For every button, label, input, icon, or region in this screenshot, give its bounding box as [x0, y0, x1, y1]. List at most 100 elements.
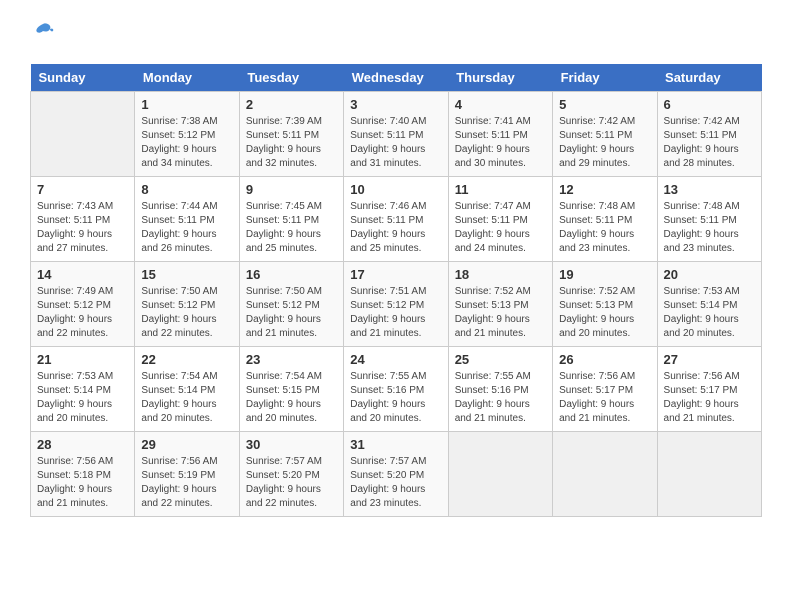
day-info: Sunrise: 7:54 AM Sunset: 5:15 PM Dayligh…: [246, 370, 337, 426]
calendar-cell: 2 Sunrise: 7:39 AM Sunset: 5:11 PM Daylig…: [239, 92, 343, 177]
day-info: Sunrise: 7:50 AM Sunset: 5:12 PM Dayligh…: [141, 285, 232, 341]
day-info: Sunrise: 7:42 AM Sunset: 5:11 PM Dayligh…: [664, 115, 755, 171]
calendar-body: 1Sunrise: 7:38 AM Sunset: 5:12 PM Daylig…: [31, 92, 762, 517]
day-number: 7: [37, 182, 128, 197]
calendar-header-row: SundayMondayTuesdayWednesdayThursdayFrid…: [31, 64, 762, 92]
day-number: 8: [141, 182, 232, 197]
calendar-cell: 31Sunrise: 7:57 AM Sunset: 5:20 PM Dayli…: [344, 432, 448, 517]
day-number: 30: [246, 437, 337, 452]
header: [30, 20, 762, 48]
day-info: Sunrise: 7:55 AM Sunset: 5:16 PM Dayligh…: [350, 370, 441, 426]
day-info: Sunrise: 7:56 AM Sunset: 5:17 PM Dayligh…: [664, 370, 755, 426]
day-info: Sunrise: 7:48 AM Sunset: 5:11 PM Dayligh…: [664, 200, 755, 256]
day-info: Sunrise: 7:53 AM Sunset: 5:14 PM Dayligh…: [664, 285, 755, 341]
calendar-cell: [657, 432, 761, 517]
calendar-cell: 20 Sunrise: 7:53 AM Sunset: 5:14 PM Dayli…: [657, 262, 761, 347]
weekday-header-tuesday: Tuesday: [239, 64, 343, 92]
calendar-cell: 19 Sunrise: 7:52 AM Sunset: 5:13 PM Dayli…: [553, 262, 657, 347]
calendar-cell: 21 Sunrise: 7:53 AM Sunset: 5:14 PM Dayli…: [31, 347, 135, 432]
calendar-cell: 17Sunrise: 7:51 AM Sunset: 5:12 PM Dayli…: [344, 262, 448, 347]
calendar-cell: 12 Sunrise: 7:48 AM Sunset: 5:11 PM Dayli…: [553, 177, 657, 262]
logo: [30, 20, 54, 48]
calendar-cell: 10 Sunrise: 7:46 AM Sunset: 5:11 PM Dayli…: [344, 177, 448, 262]
weekday-header-saturday: Saturday: [657, 64, 761, 92]
calendar-cell: 15 Sunrise: 7:50 AM Sunset: 5:12 PM Dayli…: [135, 262, 239, 347]
calendar-cell: 7 Sunrise: 7:43 AM Sunset: 5:11 PM Daylig…: [31, 177, 135, 262]
calendar-cell: 14Sunrise: 7:49 AM Sunset: 5:12 PM Dayli…: [31, 262, 135, 347]
day-info: Sunrise: 7:42 AM Sunset: 5:11 PM Dayligh…: [559, 115, 650, 171]
day-number: 15: [141, 267, 232, 282]
day-number: 22: [141, 352, 232, 367]
day-info: Sunrise: 7:50 AM Sunset: 5:12 PM Dayligh…: [246, 285, 337, 341]
day-info: Sunrise: 7:56 AM Sunset: 5:19 PM Dayligh…: [141, 455, 232, 511]
day-number: 28: [37, 437, 128, 452]
calendar-cell: 24 Sunrise: 7:55 AM Sunset: 5:16 PM Dayli…: [344, 347, 448, 432]
day-number: 11: [455, 182, 546, 197]
calendar-cell: 22 Sunrise: 7:54 AM Sunset: 5:14 PM Dayli…: [135, 347, 239, 432]
calendar-cell: 30 Sunrise: 7:57 AM Sunset: 5:20 PM Dayli…: [239, 432, 343, 517]
day-number: 2: [246, 97, 337, 112]
calendar-cell: 13 Sunrise: 7:48 AM Sunset: 5:11 PM Dayli…: [657, 177, 761, 262]
day-info: Sunrise: 7:44 AM Sunset: 5:11 PM Dayligh…: [141, 200, 232, 256]
calendar-cell: [31, 92, 135, 177]
day-number: 4: [455, 97, 546, 112]
day-info: Sunrise: 7:54 AM Sunset: 5:14 PM Dayligh…: [141, 370, 232, 426]
day-number: 13: [664, 182, 755, 197]
calendar-table: SundayMondayTuesdayWednesdayThursdayFrid…: [30, 64, 762, 517]
calendar-cell: 29 Sunrise: 7:56 AM Sunset: 5:19 PM Dayli…: [135, 432, 239, 517]
day-number: 29: [141, 437, 232, 452]
day-number: 19: [559, 267, 650, 282]
calendar-week-1: 1Sunrise: 7:38 AM Sunset: 5:12 PM Daylig…: [31, 92, 762, 177]
day-number: 20: [664, 267, 755, 282]
day-info: Sunrise: 7:39 AM Sunset: 5:11 PM Dayligh…: [246, 115, 337, 171]
calendar-cell: 27Sunrise: 7:56 AM Sunset: 5:17 PM Dayli…: [657, 347, 761, 432]
calendar-cell: 16 Sunrise: 7:50 AM Sunset: 5:12 PM Dayli…: [239, 262, 343, 347]
day-number: 5: [559, 97, 650, 112]
calendar-cell: [553, 432, 657, 517]
calendar-cell: 18Sunrise: 7:52 AM Sunset: 5:13 PM Dayli…: [448, 262, 552, 347]
weekday-header-thursday: Thursday: [448, 64, 552, 92]
day-info: Sunrise: 7:46 AM Sunset: 5:11 PM Dayligh…: [350, 200, 441, 256]
calendar-week-2: 7 Sunrise: 7:43 AM Sunset: 5:11 PM Daylig…: [31, 177, 762, 262]
day-info: Sunrise: 7:57 AM Sunset: 5:20 PM Dayligh…: [246, 455, 337, 511]
day-number: 25: [455, 352, 546, 367]
day-number: 10: [350, 182, 441, 197]
day-info: Sunrise: 7:43 AM Sunset: 5:11 PM Dayligh…: [37, 200, 128, 256]
calendar-cell: 23 Sunrise: 7:54 AM Sunset: 5:15 PM Dayli…: [239, 347, 343, 432]
calendar-cell: 8 Sunrise: 7:44 AM Sunset: 5:11 PM Daylig…: [135, 177, 239, 262]
day-number: 3: [350, 97, 441, 112]
calendar-week-4: 21 Sunrise: 7:53 AM Sunset: 5:14 PM Dayli…: [31, 347, 762, 432]
day-number: 12: [559, 182, 650, 197]
day-number: 26: [559, 352, 650, 367]
day-info: Sunrise: 7:41 AM Sunset: 5:11 PM Dayligh…: [455, 115, 546, 171]
calendar-cell: 4 Sunrise: 7:41 AM Sunset: 5:11 PM Daylig…: [448, 92, 552, 177]
day-info: Sunrise: 7:56 AM Sunset: 5:18 PM Dayligh…: [37, 455, 128, 511]
logo-bird-icon: [32, 20, 54, 48]
calendar-cell: 6 Sunrise: 7:42 AM Sunset: 5:11 PM Daylig…: [657, 92, 761, 177]
calendar-cell: 25Sunrise: 7:55 AM Sunset: 5:16 PM Dayli…: [448, 347, 552, 432]
day-number: 6: [664, 97, 755, 112]
day-info: Sunrise: 7:52 AM Sunset: 5:13 PM Dayligh…: [559, 285, 650, 341]
day-number: 24: [350, 352, 441, 367]
day-info: Sunrise: 7:53 AM Sunset: 5:14 PM Dayligh…: [37, 370, 128, 426]
day-number: 1: [141, 97, 232, 112]
day-info: Sunrise: 7:45 AM Sunset: 5:11 PM Dayligh…: [246, 200, 337, 256]
calendar-week-5: 28 Sunrise: 7:56 AM Sunset: 5:18 PM Dayli…: [31, 432, 762, 517]
weekday-header-friday: Friday: [553, 64, 657, 92]
day-info: Sunrise: 7:56 AM Sunset: 5:17 PM Dayligh…: [559, 370, 650, 426]
calendar-cell: 3Sunrise: 7:40 AM Sunset: 5:11 PM Daylig…: [344, 92, 448, 177]
day-info: Sunrise: 7:52 AM Sunset: 5:13 PM Dayligh…: [455, 285, 546, 341]
calendar-cell: 9 Sunrise: 7:45 AM Sunset: 5:11 PM Daylig…: [239, 177, 343, 262]
day-number: 17: [350, 267, 441, 282]
day-number: 23: [246, 352, 337, 367]
day-number: 21: [37, 352, 128, 367]
day-number: 16: [246, 267, 337, 282]
calendar-cell: 5 Sunrise: 7:42 AM Sunset: 5:11 PM Daylig…: [553, 92, 657, 177]
calendar-cell: 28 Sunrise: 7:56 AM Sunset: 5:18 PM Dayli…: [31, 432, 135, 517]
day-number: 31: [350, 437, 441, 452]
day-info: Sunrise: 7:48 AM Sunset: 5:11 PM Dayligh…: [559, 200, 650, 256]
calendar-cell: 26 Sunrise: 7:56 AM Sunset: 5:17 PM Dayli…: [553, 347, 657, 432]
day-info: Sunrise: 7:47 AM Sunset: 5:11 PM Dayligh…: [455, 200, 546, 256]
day-number: 9: [246, 182, 337, 197]
day-number: 14: [37, 267, 128, 282]
